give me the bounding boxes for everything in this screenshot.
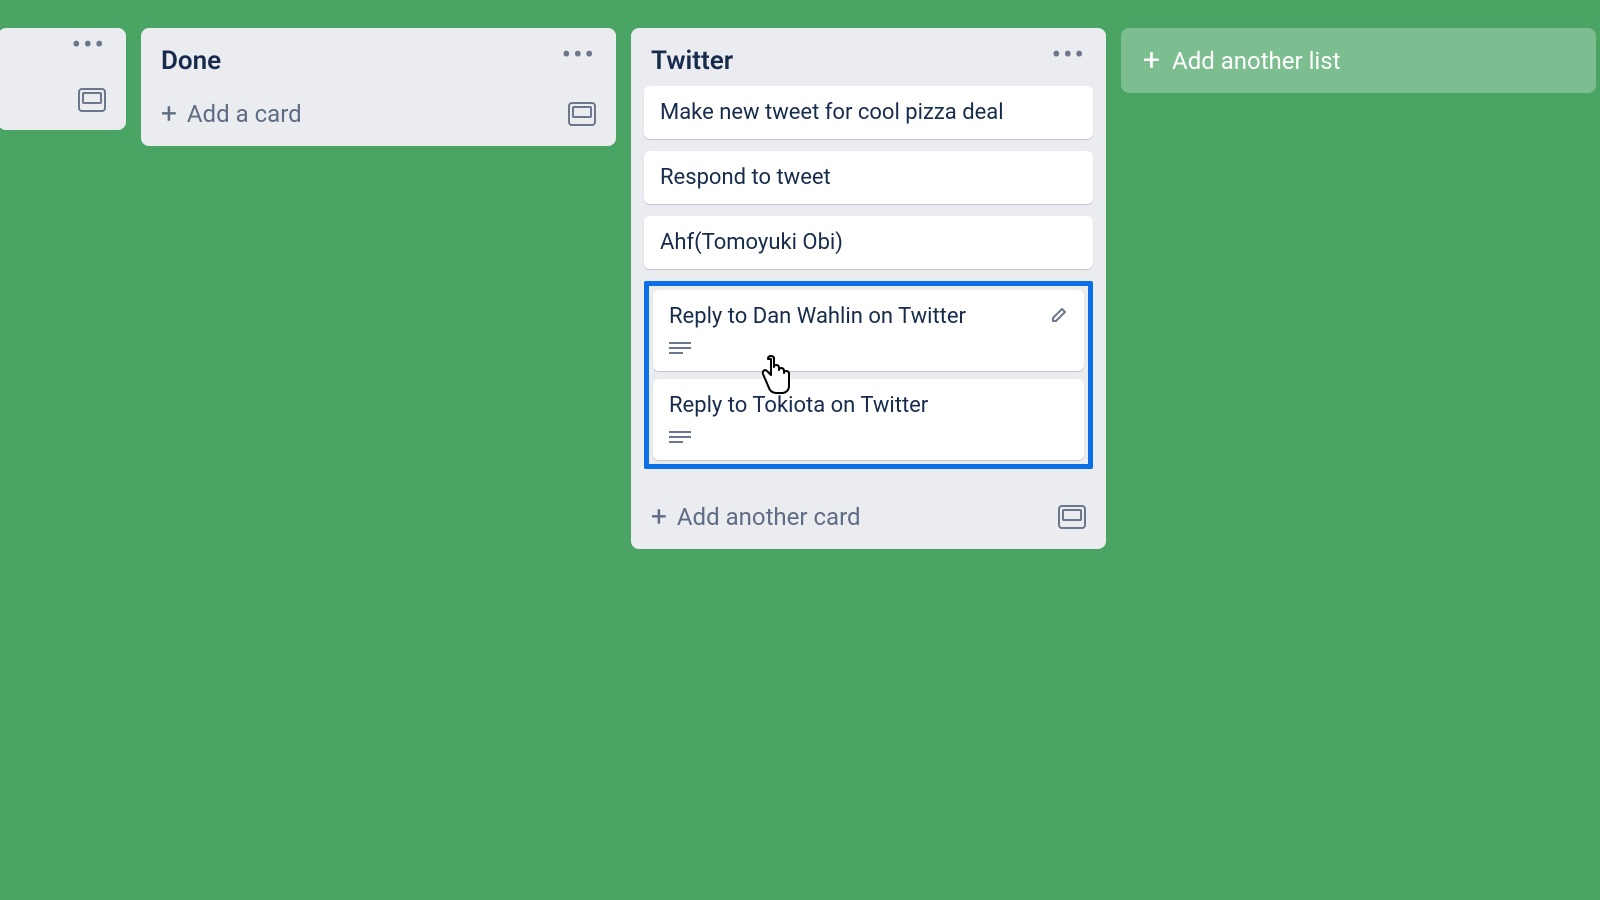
card-title: Make new tweet for cool pizza deal: [660, 100, 1004, 125]
list-header: Twitter •••: [631, 28, 1106, 86]
card-title: Reply to Dan Wahlin on Twitter: [669, 304, 966, 329]
template-icon[interactable]: [568, 102, 596, 126]
list-menu-icon[interactable]: •••: [562, 50, 596, 60]
plus-icon: +: [161, 104, 177, 124]
template-icon[interactable]: [78, 88, 106, 112]
list-title[interactable]: Twitter: [651, 46, 733, 76]
card[interactable]: Reply to Tokiota on Twitter: [653, 379, 1084, 460]
card[interactable]: Make new tweet for cool pizza deal: [644, 86, 1093, 139]
list-twitter: Twitter ••• Make new tweet for cool pizz…: [631, 28, 1106, 549]
list-title[interactable]: Done: [161, 46, 221, 76]
card-title: Reply to Tokiota on Twitter: [669, 393, 928, 418]
card-title: Respond to tweet: [660, 165, 831, 190]
highlight-selection: Reply to Dan Wahlin on Twitter Reply to …: [644, 281, 1093, 469]
add-list-label: Add another list: [1172, 47, 1340, 75]
description-icon: [669, 430, 1068, 446]
card[interactable]: Ahf(Tomoyuki Obi): [644, 216, 1093, 269]
plus-icon: +: [651, 507, 667, 527]
list-header: Done •••: [141, 28, 616, 86]
board: ••• Done ••• + Add a card Twitter •••: [0, 0, 1600, 549]
card[interactable]: Respond to tweet: [644, 151, 1093, 204]
list-header: •••: [0, 28, 126, 66]
add-card-label: Add another card: [677, 503, 861, 531]
add-list-button[interactable]: + Add another list: [1121, 28, 1596, 93]
list-done: Done ••• + Add a card: [141, 28, 616, 146]
list-partial: •••: [0, 28, 126, 130]
add-card-label: Add a card: [187, 100, 302, 128]
card-title: Ahf(Tomoyuki Obi): [660, 230, 843, 255]
plus-icon: +: [1143, 51, 1160, 71]
description-icon: [669, 341, 1068, 357]
template-icon[interactable]: [1058, 505, 1086, 529]
add-card-button[interactable]: + Add a card: [161, 100, 302, 128]
add-card-button[interactable]: + Add another card: [651, 503, 861, 531]
list-menu-icon[interactable]: •••: [72, 40, 106, 50]
pencil-icon[interactable]: [1050, 304, 1070, 324]
card[interactable]: Reply to Dan Wahlin on Twitter: [653, 290, 1084, 371]
list-menu-icon[interactable]: •••: [1052, 50, 1086, 60]
